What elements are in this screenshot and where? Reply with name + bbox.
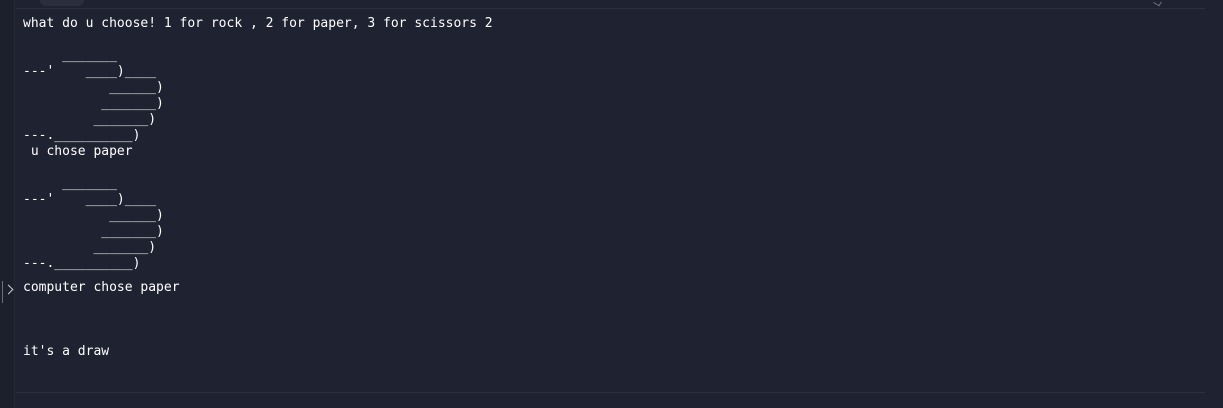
user-art-line: _______) [23, 96, 164, 111]
computer-choice-line: computer chose paper [23, 280, 180, 295]
panel-tab[interactable] [40, 0, 84, 6]
user-art-line: ---' ____)____ [23, 64, 157, 79]
top-divider [16, 8, 1205, 9]
computer-art-line: ---.__________) [23, 256, 141, 271]
computer-art-line: _______) [23, 240, 157, 255]
user-art-line: _______ [23, 48, 117, 63]
result-line: it's a draw [23, 344, 110, 359]
expand-bar [2, 281, 3, 303]
computer-art-line: ---' ____)____ [23, 192, 157, 207]
user-choice-line: u chose paper [23, 144, 133, 159]
left-gutter [0, 0, 15, 408]
terminal-output-panel: what do u choose! 1 for rock , 2 for pap… [0, 0, 1223, 408]
computer-art-line: _______ [23, 176, 117, 191]
chevron-icon[interactable] [1153, 0, 1162, 7]
bottom-divider [16, 392, 1205, 393]
user-art-line: ---.__________) [23, 128, 141, 143]
computer-art-line: ______) [23, 208, 164, 223]
prompt-line: what do u choose! 1 for rock , 2 for pap… [23, 16, 493, 31]
user-art-line: ______) [23, 80, 164, 95]
console-output: what do u choose! 1 for rock , 2 for pap… [23, 16, 493, 360]
user-art-line: _______) [23, 112, 157, 127]
computer-art-line: _______) [23, 224, 164, 239]
